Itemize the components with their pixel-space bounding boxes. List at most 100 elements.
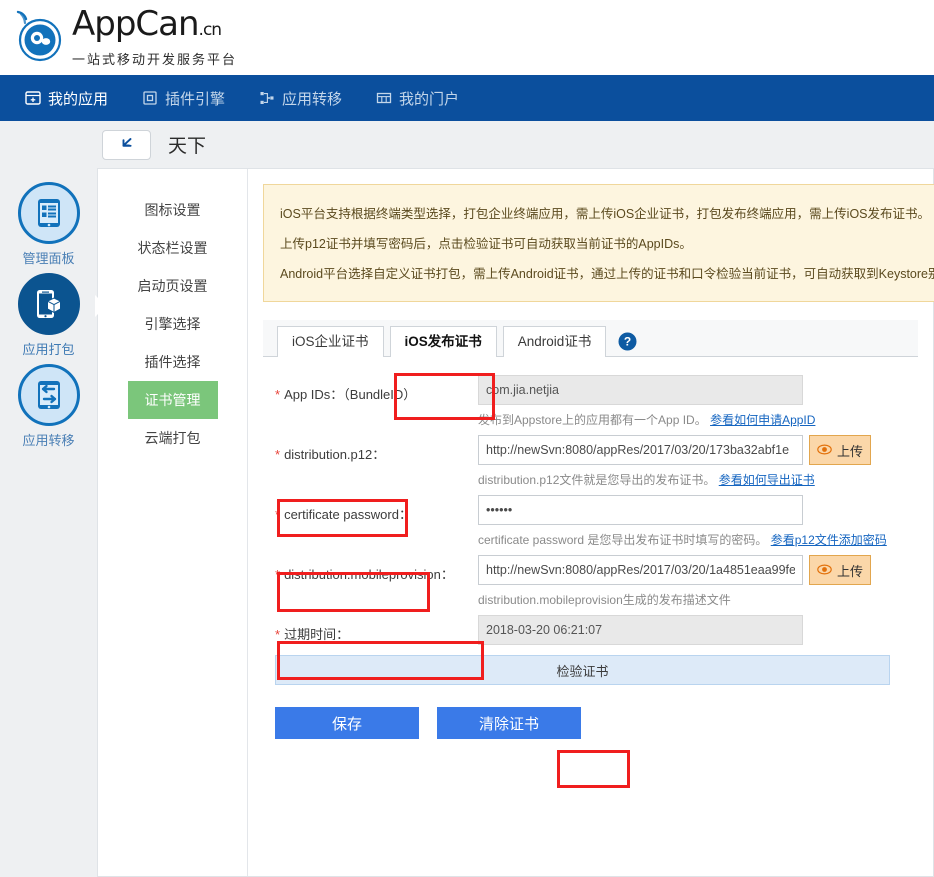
submenu-item-cloud-build[interactable]: 云端打包: [98, 419, 247, 457]
distribution-p12-input[interactable]: [478, 435, 803, 465]
expiry-input[interactable]: [478, 615, 803, 645]
rail-label-transfer: 应用转移: [22, 433, 75, 448]
brand-header: AppCan.cn 一站式移动开发服务平台: [0, 0, 934, 75]
field-appids: 发布到Appstore上的应用都有一个App ID。 参看如何申请AppID: [478, 375, 933, 429]
back-button[interactable]: [102, 129, 151, 160]
appcan-logo-icon: [10, 9, 68, 67]
app-transfer-icon: [259, 90, 275, 106]
upload-mobileprovision-button[interactable]: 上传: [809, 555, 871, 585]
field-distribution-p12: 上传 distribution.p12文件就是您导出的发布证书。 参看如何导出证…: [478, 435, 933, 489]
clear-certificate-button[interactable]: 清除证书: [437, 707, 581, 739]
label-distribution-mobileprovision: * distribution.mobileprovision：: [275, 567, 454, 582]
top-navigation: 我的应用 插件引擎 应用转移 我的门户: [0, 75, 934, 121]
certificate-content: iOS平台支持根据终端类型选择，打包企业终端应用，需上传iOS企业证书，打包发布…: [248, 169, 934, 876]
required-star: *: [275, 567, 281, 582]
hint-appids: 发布到Appstore上的应用都有一个App ID。 参看如何申请AppID: [478, 413, 816, 427]
upload-p12-button[interactable]: 上传: [809, 435, 871, 465]
row-distribution-p12: *distribution.p12： 上传: [263, 435, 933, 489]
my-apps-icon: [25, 90, 41, 106]
label-distribution-p12: * distribution.p12：: [275, 447, 386, 462]
rail-item-transfer[interactable]: 应用转移: [0, 364, 97, 449]
eye-upload-icon: [817, 443, 832, 458]
submenu-item-engine-select[interactable]: 引擎选择: [98, 305, 247, 343]
body-wrapper: 管理面板 应用打包 应用转移 图标设置 状态栏设置 启动页设置 引擎选择 插件选…: [0, 168, 934, 877]
row-expiry: * 过期时间：: [263, 615, 933, 645]
my-portal-icon: [376, 90, 392, 106]
label-expiry: * 过期时间：: [275, 627, 350, 642]
required-star: *: [275, 507, 281, 522]
notice-line-1: iOS平台支持根据终端类型选择，打包企业终端应用，需上传iOS企业证书，打包发布…: [280, 207, 931, 221]
label-appids: * App IDs：（BundleID）: [275, 387, 417, 402]
hint-distribution-p12: distribution.p12文件就是您导出的发布证书。 参看如何导出证书: [478, 473, 815, 487]
row-appids: *App IDs：（BundleID） 发布到Appstore上的应用都有一个A…: [263, 375, 933, 429]
hint-certificate-password: certificate password 是您导出发布证书时填写的密码。 参看p…: [478, 533, 887, 547]
rail-item-package[interactable]: 应用打包: [0, 273, 106, 358]
notice-line-2: 上传p12证书并填写密码后，点击检验证书可自动获取当前证书的AppIDs。: [280, 237, 692, 251]
link-p12-add-password[interactable]: 参看p12文件添加密码: [771, 533, 887, 547]
nav-label-app-transfer: 应用转移: [282, 90, 343, 108]
certificate-form: *App IDs：（BundleID） 发布到Appstore上的应用都有一个A…: [263, 357, 933, 739]
field-certificate-password: certificate password 是您导出发布证书时填写的密码。 参看p…: [478, 495, 933, 549]
app-page: AppCan.cn 一站式移动开发服务平台 我的应用 插件引擎 应用转移 我的门…: [0, 0, 934, 877]
nav-item-app-transfer[interactable]: 应用转移: [242, 75, 359, 121]
transfer-icon: [17, 364, 80, 426]
row-distribution-mobileprovision: *distribution.mobileprovision： 上传: [263, 555, 933, 609]
package-icon: [17, 273, 80, 335]
required-star: *: [275, 387, 281, 402]
submenu-item-plugin-select[interactable]: 插件选择: [98, 343, 247, 381]
notice-line-3: Android平台选择自定义证书打包，需上传Android证书，通过上传的证书和…: [280, 267, 934, 281]
tab-android-cert[interactable]: Android证书: [502, 326, 607, 357]
plugin-engine-icon: [142, 90, 158, 106]
submenu-item-statusbar-settings[interactable]: 状态栏设置: [98, 229, 247, 267]
page-title: 天下: [168, 136, 207, 157]
back-arrow-icon: [117, 135, 137, 154]
save-button[interactable]: 保存: [275, 707, 419, 739]
nav-item-my-portal[interactable]: 我的门户: [359, 75, 476, 121]
nav-label-my-apps: 我的应用: [48, 90, 109, 108]
nav-item-plugin-engine[interactable]: 插件引擎: [125, 75, 242, 121]
nav-item-my-apps[interactable]: 我的应用: [8, 75, 125, 121]
label-certificate-password: * certificate password：: [275, 507, 412, 522]
certificate-tabs: iOS企业证书 iOS发布证书 Android证书 ?: [263, 320, 918, 357]
field-expiry: [478, 615, 933, 645]
nav-label-plugin-engine: 插件引擎: [165, 90, 226, 108]
brand-suffix: .cn: [198, 20, 223, 40]
content-card: 图标设置 状态栏设置 启动页设置 引擎选择 插件选择 证书管理 云端打包 iOS…: [97, 168, 934, 877]
submenu-item-splash-settings[interactable]: 启动页设置: [98, 267, 247, 305]
form-actions: 保存 清除证书: [263, 707, 933, 739]
appids-input[interactable]: [478, 375, 803, 405]
hint-distribution-mobileprovision: distribution.mobileprovision生成的发布描述文件: [478, 593, 731, 607]
eye-upload-icon: [817, 563, 832, 578]
upload-mobileprovision-label: 上传: [836, 563, 863, 579]
rail-label-package: 应用打包: [22, 342, 75, 357]
certificate-password-input[interactable]: [478, 495, 803, 525]
field-distribution-mobileprovision: 上传 distribution.mobileprovision生成的发布描述文件: [478, 555, 933, 609]
tab-ios-publish-cert[interactable]: iOS发布证书: [389, 326, 497, 357]
submenu-item-icon-settings[interactable]: 图标设置: [98, 191, 247, 229]
link-how-to-apply-appid[interactable]: 参看如何申请AppID: [710, 413, 815, 427]
nav-label-my-portal: 我的门户: [399, 90, 460, 108]
required-star: *: [275, 627, 281, 642]
brand-name: AppCan.cn: [72, 4, 223, 44]
brand-text: AppCan.cn 一站式移动开发服务平台: [72, 7, 237, 68]
verify-certificate-button[interactable]: 检验证书: [556, 661, 608, 680]
brand-slogan: 一站式移动开发服务平台: [72, 53, 238, 68]
required-star: *: [275, 447, 281, 462]
verify-certificate-bar: 检验证书: [275, 655, 890, 685]
info-notice: iOS平台支持根据终端类型选择，打包企业终端应用，需上传iOS企业证书，打包发布…: [263, 184, 934, 302]
row-certificate-password: *certificate password： certificate passw…: [263, 495, 933, 549]
sub-navigation: 图标设置 状态栏设置 启动页设置 引擎选择 插件选择 证书管理 云端打包: [98, 169, 248, 876]
rail-item-dashboard[interactable]: 管理面板: [0, 182, 97, 267]
breadcrumb: 天下: [0, 121, 934, 168]
submenu-item-certificate-management[interactable]: 证书管理: [127, 381, 218, 419]
tab-ios-enterprise-cert[interactable]: iOS企业证书: [277, 326, 384, 357]
distribution-mobileprovision-input[interactable]: [478, 555, 803, 585]
svg-text:?: ?: [624, 334, 631, 348]
rail-active-pointer: [95, 295, 106, 317]
icon-rail: 管理面板 应用打包 应用转移: [0, 168, 106, 877]
help-question-icon[interactable]: ?: [618, 326, 637, 356]
link-how-to-export-cert[interactable]: 参看如何导出证书: [719, 473, 815, 487]
dashboard-icon: [17, 182, 80, 244]
upload-p12-label: 上传: [836, 443, 863, 459]
rail-label-dashboard: 管理面板: [22, 251, 75, 266]
